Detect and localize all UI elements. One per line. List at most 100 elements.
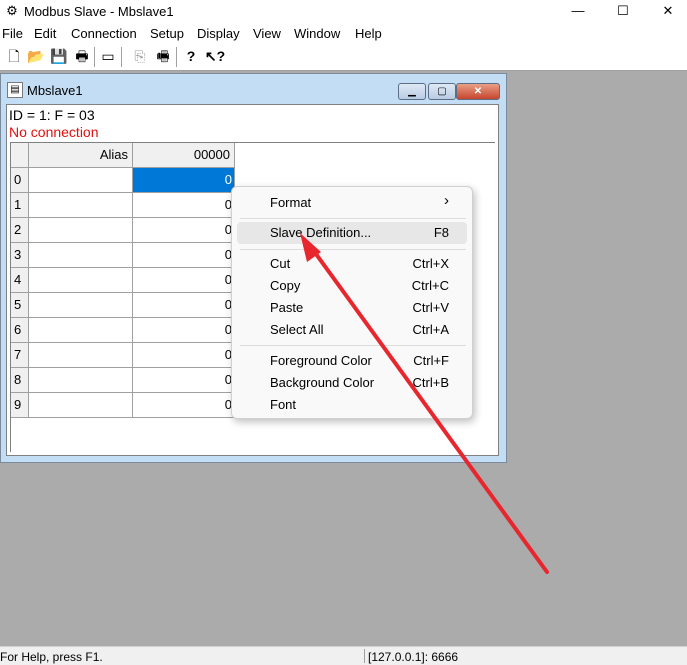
print-icon[interactable]: 🖶 [73, 47, 91, 65]
menu-item-label: Slave Definition... [270, 225, 372, 240]
row-number[interactable]: 4 [11, 268, 29, 293]
toolbar: 🗋 📂 💾 🖶 ▭ ⎘ 🖷 ? ↖? [0, 44, 687, 71]
maximize-button[interactable]: ☐ [600, 0, 646, 23]
menu-edit[interactable]: Edit [34, 26, 56, 42]
window-title: Modbus Slave - Mbslave1 [24, 4, 174, 19]
table-row[interactable]: 90 [11, 393, 235, 418]
menu-item-shortcut: Ctrl+X [412, 256, 449, 271]
menu-setup[interactable]: Setup [150, 26, 184, 42]
child-window-title: Mbslave1 [27, 83, 83, 98]
row-number[interactable]: 0 [11, 168, 29, 193]
table-row[interactable]: 40 [11, 268, 235, 293]
register-value-cell[interactable]: 0 [133, 393, 235, 418]
register-value-cell[interactable]: 0 [133, 293, 235, 318]
chevron-right-icon: › [444, 192, 449, 209]
alias-cell[interactable] [29, 318, 133, 343]
menu-item-shortcut: Ctrl+V [412, 300, 449, 315]
register-value-cell[interactable]: 0 [133, 243, 235, 268]
menu-item-label: Paste [270, 300, 304, 315]
row-number[interactable]: 6 [11, 318, 29, 343]
alias-cell[interactable] [29, 268, 133, 293]
alias-cell[interactable] [29, 193, 133, 218]
register-column-header[interactable]: 00000 [133, 143, 235, 168]
menu-item-paste[interactable]: Paste Ctrl+V [237, 297, 467, 319]
slave-id-function-label: ID = 1: F = 03 [9, 107, 95, 123]
row-number[interactable]: 7 [11, 343, 29, 368]
menu-item-format[interactable]: Format › [237, 192, 467, 214]
table-row[interactable]: 50 [11, 293, 235, 318]
register-value-cell[interactable]: 0 [133, 218, 235, 243]
save-icon[interactable]: 💾 [50, 47, 68, 65]
menu-display[interactable]: Display [197, 26, 240, 42]
menu-item-label: Foreground Color [270, 353, 372, 368]
menu-item-label: Format [270, 195, 312, 210]
new-icon[interactable]: 🗋 [5, 47, 23, 65]
toolbar-separator [94, 47, 95, 67]
document-icon[interactable]: ▤ [7, 82, 23, 98]
menu-view[interactable]: View [253, 26, 281, 42]
child-close-button[interactable]: ✕ [456, 83, 500, 100]
menu-connection[interactable]: Connection [71, 26, 137, 42]
alias-cell[interactable] [29, 293, 133, 318]
row-number[interactable]: 3 [11, 243, 29, 268]
alias-cell[interactable] [29, 218, 133, 243]
row-number[interactable]: 9 [11, 393, 29, 418]
register-value-cell[interactable]: 0 [133, 368, 235, 393]
row-number[interactable]: 5 [11, 293, 29, 318]
about-icon[interactable]: ? [182, 47, 200, 65]
table-row[interactable]: 60 [11, 318, 235, 343]
row-number[interactable]: 1 [11, 193, 29, 218]
minimize-button[interactable]: — [555, 0, 601, 23]
child-restore-button[interactable]: ▢ [428, 83, 456, 100]
menu-item-label: Select All [270, 322, 324, 337]
menu-item-font[interactable]: Font [237, 394, 467, 416]
register-value-cell[interactable]: 0 [133, 343, 235, 368]
menu-item-slave-definition[interactable]: Slave Definition... F8 [237, 222, 467, 244]
menu-item-shortcut: Ctrl+B [412, 375, 449, 390]
status-bar: For Help, press F1. [127.0.0.1]: 6666 [0, 646, 687, 665]
row-number[interactable]: 2 [11, 218, 29, 243]
register-value-cell[interactable]: 0 [133, 268, 235, 293]
child-minimize-button[interactable]: ▁ [398, 83, 426, 100]
register-value-cell[interactable]: 0 [133, 193, 235, 218]
status-divider [364, 649, 365, 663]
window-icon[interactable]: ▭ [99, 47, 117, 65]
row-number[interactable]: 8 [11, 368, 29, 393]
table-row[interactable]: 10 [11, 193, 235, 218]
menu-separator [240, 218, 466, 219]
alias-cell[interactable] [29, 168, 133, 193]
menu-item-cut[interactable]: Cut Ctrl+X [237, 253, 467, 275]
register-value-cell[interactable]: 0 [133, 168, 235, 193]
menu-help[interactable]: Help [355, 26, 382, 42]
menu-item-copy[interactable]: Copy Ctrl+C [237, 275, 467, 297]
table-row[interactable]: 00 [11, 168, 235, 193]
alias-cell[interactable] [29, 368, 133, 393]
toolbar-separator [176, 47, 177, 67]
disabled-tool-icon: ⎘ [134, 48, 146, 64]
toolbar-separator [121, 47, 122, 67]
table-row[interactable]: 20 [11, 218, 235, 243]
menu-item-label: Font [270, 397, 297, 412]
register-value-cell[interactable]: 0 [133, 318, 235, 343]
menu-item-label: Background Color [270, 375, 375, 390]
menu-item-background-color[interactable]: Background Color Ctrl+B [237, 372, 467, 394]
table-row[interactable]: 70 [11, 343, 235, 368]
child-title-bar[interactable]: ▤ Mbslave1 ▁ ▢ ✕ [1, 74, 506, 104]
alias-column-header[interactable]: Alias [29, 143, 133, 168]
menu-item-foreground-color[interactable]: Foreground Color Ctrl+F [237, 350, 467, 372]
printer-setup-icon[interactable]: 🖷 [154, 47, 172, 65]
context-help-icon[interactable]: ↖? [204, 47, 226, 65]
modbus-slave-app-icon[interactable]: ⚙ [4, 3, 20, 19]
menu-item-label: Cut [270, 256, 291, 271]
close-button[interactable]: ✕ [645, 0, 687, 23]
status-help-text: For Help, press F1. [0, 650, 103, 664]
table-row[interactable]: 80 [11, 368, 235, 393]
alias-cell[interactable] [29, 343, 133, 368]
alias-cell[interactable] [29, 393, 133, 418]
menu-item-select-all[interactable]: Select All Ctrl+A [237, 319, 467, 341]
table-row[interactable]: 30 [11, 243, 235, 268]
menu-window[interactable]: Window [294, 26, 340, 42]
menu-file[interactable]: File [2, 26, 23, 42]
open-folder-icon[interactable]: 📂 [27, 47, 45, 65]
alias-cell[interactable] [29, 243, 133, 268]
